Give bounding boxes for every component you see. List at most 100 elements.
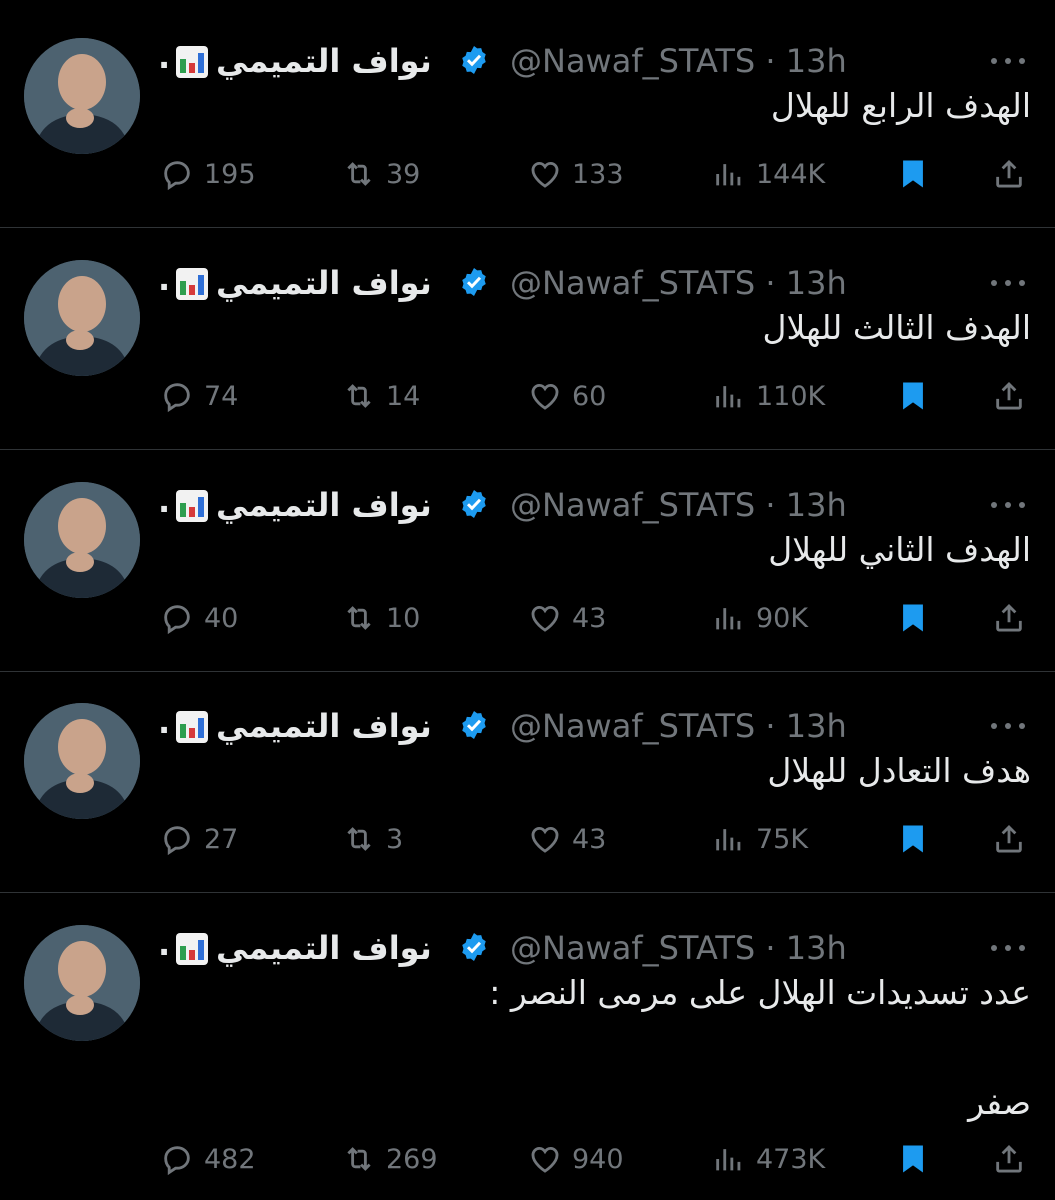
handle-and-time[interactable]: @Nawaf_STATS · 13h: [510, 929, 847, 967]
handle[interactable]: @Nawaf_STATS: [510, 486, 755, 524]
reply-count: 74: [204, 380, 239, 412]
share-button[interactable]: [992, 374, 1026, 418]
separator: ·: [765, 42, 776, 80]
like-count: 60: [572, 380, 607, 412]
share-button[interactable]: [992, 596, 1026, 640]
views-button[interactable]: 473K: [712, 1137, 825, 1181]
like-button[interactable]: 43: [528, 817, 606, 861]
like-button[interactable]: 133: [528, 152, 624, 196]
name-prefix: .: [158, 38, 171, 76]
tweet[interactable]: . نواف التميمي @Nawaf_STATS · 13h الهدف …: [0, 444, 1055, 671]
handle-and-time[interactable]: @Nawaf_STATS · 13h: [510, 42, 847, 80]
avatar[interactable]: [24, 925, 140, 1041]
tweet[interactable]: . نواف التميمي @Nawaf_STATS · 13h الهدف …: [0, 222, 1055, 449]
reply-icon: [164, 826, 190, 856]
chart-emoji-icon: [176, 933, 208, 965]
handle-and-time[interactable]: @Nawaf_STATS · 13h: [510, 486, 847, 524]
avatar[interactable]: [24, 703, 140, 819]
handle[interactable]: @Nawaf_STATS: [510, 42, 755, 80]
bookmark-button[interactable]: [896, 152, 930, 196]
more-options-icon[interactable]: [988, 56, 1028, 66]
like-button[interactable]: 60: [528, 374, 606, 418]
reply-button[interactable]: 27: [160, 817, 238, 861]
more-options-icon[interactable]: [988, 278, 1028, 288]
like-count: 43: [572, 823, 607, 855]
tweet-text: الهدف الثالث للهلال: [762, 308, 1032, 347]
tweet[interactable]: . نواف التميمي @Nawaf_STATS · 13h هدف ال…: [0, 665, 1055, 892]
verified-badge-icon: [462, 711, 486, 739]
share-icon: [996, 824, 1022, 853]
views-button[interactable]: 144K: [712, 152, 825, 196]
repost-button[interactable]: 14: [342, 374, 420, 418]
verified-badge-icon: [462, 46, 486, 74]
chart-emoji-icon: [176, 268, 208, 300]
action-bar: 195 39 133 144K: [0, 152, 1055, 196]
heart-icon: [531, 605, 559, 632]
bookmark-button[interactable]: [896, 596, 930, 640]
views-button[interactable]: 75K: [712, 817, 808, 861]
reply-icon: [164, 605, 190, 635]
bookmark-icon: [903, 825, 923, 853]
action-bar: 40 10 43 90K: [0, 596, 1055, 640]
repost-button[interactable]: 39: [342, 152, 420, 196]
share-button[interactable]: [992, 1137, 1026, 1181]
avatar[interactable]: [24, 482, 140, 598]
bookmark-button[interactable]: [896, 1137, 930, 1181]
reply-count: 40: [204, 602, 239, 634]
like-button[interactable]: 940: [528, 1137, 624, 1181]
timestamp[interactable]: 13h: [786, 42, 847, 80]
handle-and-time[interactable]: @Nawaf_STATS · 13h: [510, 264, 847, 302]
handle[interactable]: @Nawaf_STATS: [510, 707, 755, 745]
like-button[interactable]: 43: [528, 596, 606, 640]
repost-count: 14: [386, 380, 421, 412]
display-name[interactable]: نواف التميمي: [216, 486, 432, 524]
bookmark-button[interactable]: [896, 817, 930, 861]
handle[interactable]: @Nawaf_STATS: [510, 929, 755, 967]
timestamp[interactable]: 13h: [786, 486, 847, 524]
repost-button[interactable]: 3: [342, 817, 403, 861]
more-options-icon[interactable]: [988, 721, 1028, 731]
display-name[interactable]: نواف التميمي: [216, 929, 432, 967]
avatar[interactable]: [24, 38, 140, 154]
more-options-icon[interactable]: [988, 943, 1028, 953]
share-button[interactable]: [992, 817, 1026, 861]
bookmark-button[interactable]: [896, 374, 930, 418]
tweet-text: عدد تسديدات الهلال على مرمى النصر :: [489, 973, 1031, 1012]
reply-button[interactable]: 195: [160, 152, 256, 196]
separator: ·: [765, 929, 776, 967]
reply-button[interactable]: 40: [160, 596, 238, 640]
view-count: 144K: [756, 158, 826, 190]
handle[interactable]: @Nawaf_STATS: [510, 264, 755, 302]
verified-badge-icon: [462, 268, 486, 296]
reply-button[interactable]: 74: [160, 374, 238, 418]
bookmark-icon: [903, 1145, 923, 1173]
share-button[interactable]: [992, 152, 1026, 196]
display-name[interactable]: نواف التميمي: [216, 707, 432, 745]
reply-button[interactable]: 482: [160, 1137, 256, 1181]
views-chart-icon: [716, 386, 741, 408]
bookmark-icon: [903, 160, 923, 188]
repost-button[interactable]: 10: [342, 596, 420, 640]
timestamp[interactable]: 13h: [786, 929, 847, 967]
avatar[interactable]: [24, 260, 140, 376]
views-button[interactable]: 90K: [712, 596, 808, 640]
view-count: 110K: [756, 380, 826, 412]
display-name[interactable]: نواف التميمي: [216, 42, 432, 80]
views-button[interactable]: 110K: [712, 374, 825, 418]
display-name[interactable]: نواف التميمي: [216, 264, 432, 302]
handle-and-time[interactable]: @Nawaf_STATS · 13h: [510, 707, 847, 745]
timestamp[interactable]: 13h: [786, 264, 847, 302]
repost-icon: [347, 162, 371, 186]
timestamp[interactable]: 13h: [786, 707, 847, 745]
reply-icon: [164, 1146, 190, 1176]
name-prefix: .: [158, 482, 171, 520]
tweet[interactable]: . نواف التميمي @Nawaf_STATS · 13h الهدف …: [0, 0, 1055, 227]
repost-button[interactable]: 269: [342, 1137, 438, 1181]
bookmark-icon: [903, 604, 923, 632]
more-options-icon[interactable]: [988, 500, 1028, 510]
name-prefix: .: [158, 703, 171, 741]
separator: ·: [765, 707, 776, 745]
tweet[interactable]: . نواف التميمي @Nawaf_STATS · 13h عدد تس…: [0, 887, 1055, 1200]
repost-count: 269: [386, 1143, 438, 1175]
reply-icon: [164, 383, 190, 413]
